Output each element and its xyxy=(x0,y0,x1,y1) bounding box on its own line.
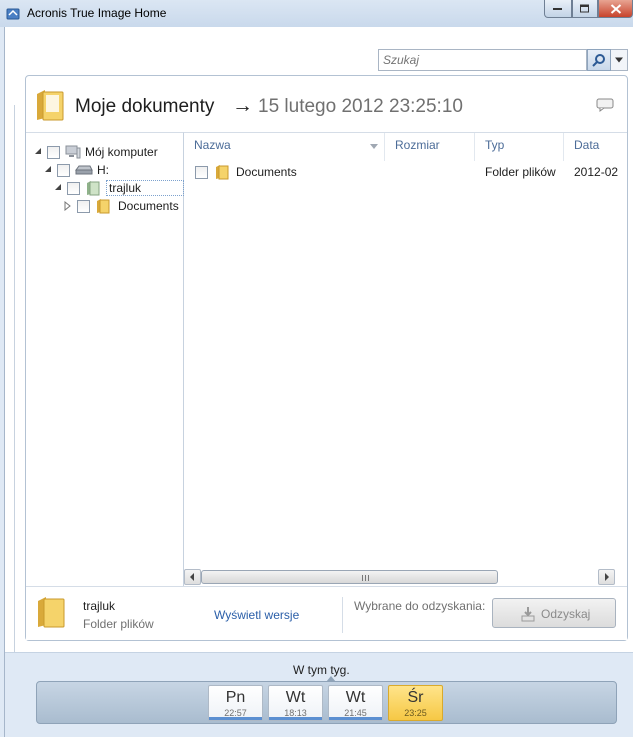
day-name: Śr xyxy=(407,689,424,706)
comment-icon[interactable] xyxy=(596,98,614,112)
tree-item-label: Mój komputer xyxy=(85,145,158,159)
day-name: Pn xyxy=(225,689,246,706)
maximize-button[interactable] xyxy=(572,0,598,18)
column-label: Nazwa xyxy=(194,138,231,152)
scroll-right-icon xyxy=(605,573,609,581)
tree-item-trajluk[interactable]: trajluk xyxy=(53,179,184,197)
row-checkbox[interactable] xyxy=(195,166,208,179)
grip-icon xyxy=(362,575,370,581)
search-button[interactable] xyxy=(587,49,611,71)
recover-icon xyxy=(521,607,535,622)
day-name: Wt xyxy=(285,689,306,706)
row-date: 2012-02 xyxy=(574,165,619,179)
search-box[interactable] xyxy=(378,49,587,71)
column-header-type[interactable]: Typ xyxy=(475,133,564,161)
folder-icon xyxy=(97,199,110,214)
tree-item-label: trajluk xyxy=(106,180,184,196)
day-indicator xyxy=(269,717,322,720)
scroll-left-icon xyxy=(190,573,194,581)
row-name: Documents xyxy=(236,165,297,179)
backup-browser-panel: Moje dokumenty → 15 lutego 2012 23:25:10… xyxy=(25,75,628,641)
column-header-date[interactable]: Data xyxy=(564,133,627,161)
folder-icon xyxy=(216,165,229,180)
tree-checkbox[interactable] xyxy=(77,199,90,213)
computer-icon xyxy=(65,145,81,159)
tree-item-documents[interactable]: Documents xyxy=(63,197,179,215)
column-label: Rozmiar xyxy=(395,138,440,152)
day-time: 23:25 xyxy=(404,708,427,718)
timeline-day[interactable]: Pn 22:57 xyxy=(208,685,263,721)
close-icon xyxy=(610,3,621,14)
timeline-area: W tym tyg. Pn 22:57 Wt 18:13 Wt 21:45 Śr… xyxy=(5,652,633,737)
timeline-period-label: W tym tyg. xyxy=(293,663,350,677)
folder-tree: Mój komputer H: trajluk Documents xyxy=(26,132,184,586)
app-icon xyxy=(6,8,20,20)
tree-item-computer[interactable]: Mój komputer xyxy=(33,143,158,161)
recover-button[interactable]: Odzyskaj xyxy=(492,598,616,628)
page-title: Moje dokumenty xyxy=(75,96,215,117)
timeline: Pn 22:57 Wt 18:13 Wt 21:45 Śr 23:25 xyxy=(36,676,617,724)
timeline-day[interactable]: Wt 18:13 xyxy=(268,685,323,721)
chevron-down-icon xyxy=(615,57,623,63)
search-input[interactable] xyxy=(383,50,583,70)
timeline-marker xyxy=(326,676,336,682)
client-area: Moje dokumenty → 15 lutego 2012 23:25:10… xyxy=(4,27,633,737)
tree-item-label: Documents xyxy=(118,199,179,213)
minimize-icon xyxy=(553,7,562,10)
table-row[interactable]: Documents Folder plików 2012-02 xyxy=(184,161,627,183)
day-indicator xyxy=(329,717,382,720)
tree-checkbox[interactable] xyxy=(47,145,60,159)
recover-button-label: Odzyskaj xyxy=(541,607,591,621)
tree-item-label: H: xyxy=(97,163,109,177)
sort-arrow-icon xyxy=(370,144,378,149)
file-list: Nazwa Rozmiar Typ Data Documents Folder … xyxy=(184,132,627,586)
arrow-icon: → xyxy=(232,94,253,117)
window-title: Acronis True Image Home xyxy=(27,6,167,20)
details-bar: trajluk Folder plików Wyświetl wersje Wy… xyxy=(26,586,627,640)
search-icon xyxy=(592,54,605,67)
backup-date: 15 lutego 2012 23:25:10 xyxy=(258,96,463,117)
selected-item-name: trajluk xyxy=(83,599,116,613)
collapsed-arrow-icon[interactable] xyxy=(63,201,73,211)
expanded-arrow-icon[interactable] xyxy=(53,183,63,193)
left-sidebar-edge xyxy=(5,105,15,665)
horizontal-scrollbar[interactable] xyxy=(184,569,627,585)
column-header-name[interactable]: Nazwa xyxy=(184,133,385,161)
column-label: Data xyxy=(574,138,600,152)
day-name: Wt xyxy=(345,689,366,706)
day-indicator xyxy=(209,717,262,720)
tree-checkbox[interactable] xyxy=(57,163,70,177)
user-folder-icon xyxy=(87,181,100,196)
scroll-left-button[interactable] xyxy=(184,569,201,585)
expanded-arrow-icon[interactable] xyxy=(33,147,43,157)
maximize-icon xyxy=(580,4,589,12)
selected-item-type: Folder plików xyxy=(83,617,154,631)
panel-header: Moje dokumenty → 15 lutego 2012 23:25:10 xyxy=(26,76,627,132)
scrollbar-thumb[interactable] xyxy=(201,570,498,584)
tree-checkbox[interactable] xyxy=(67,181,80,195)
drive-icon xyxy=(75,165,93,175)
row-type: Folder plików xyxy=(485,165,556,179)
timeline-day-active[interactable]: Śr 23:25 xyxy=(388,685,443,721)
search-options-dropdown[interactable] xyxy=(611,49,628,71)
recover-caption: Wybrane do odzyskania: xyxy=(354,599,486,613)
timeline-day[interactable]: Wt 21:45 xyxy=(328,685,383,721)
tree-item-drive[interactable]: H: xyxy=(43,161,109,179)
column-header-size[interactable]: Rozmiar xyxy=(385,133,475,161)
folder-icon xyxy=(37,90,64,121)
column-label: Typ xyxy=(485,138,505,152)
scroll-right-button[interactable] xyxy=(598,569,615,585)
expanded-arrow-icon[interactable] xyxy=(43,165,53,175)
folder-icon xyxy=(38,597,65,628)
title-bar: Acronis True Image Home xyxy=(0,0,633,27)
show-versions-link[interactable]: Wyświetl wersje xyxy=(214,608,299,622)
divider xyxy=(342,597,343,633)
close-button[interactable] xyxy=(598,0,633,18)
minimize-button[interactable] xyxy=(544,0,572,18)
